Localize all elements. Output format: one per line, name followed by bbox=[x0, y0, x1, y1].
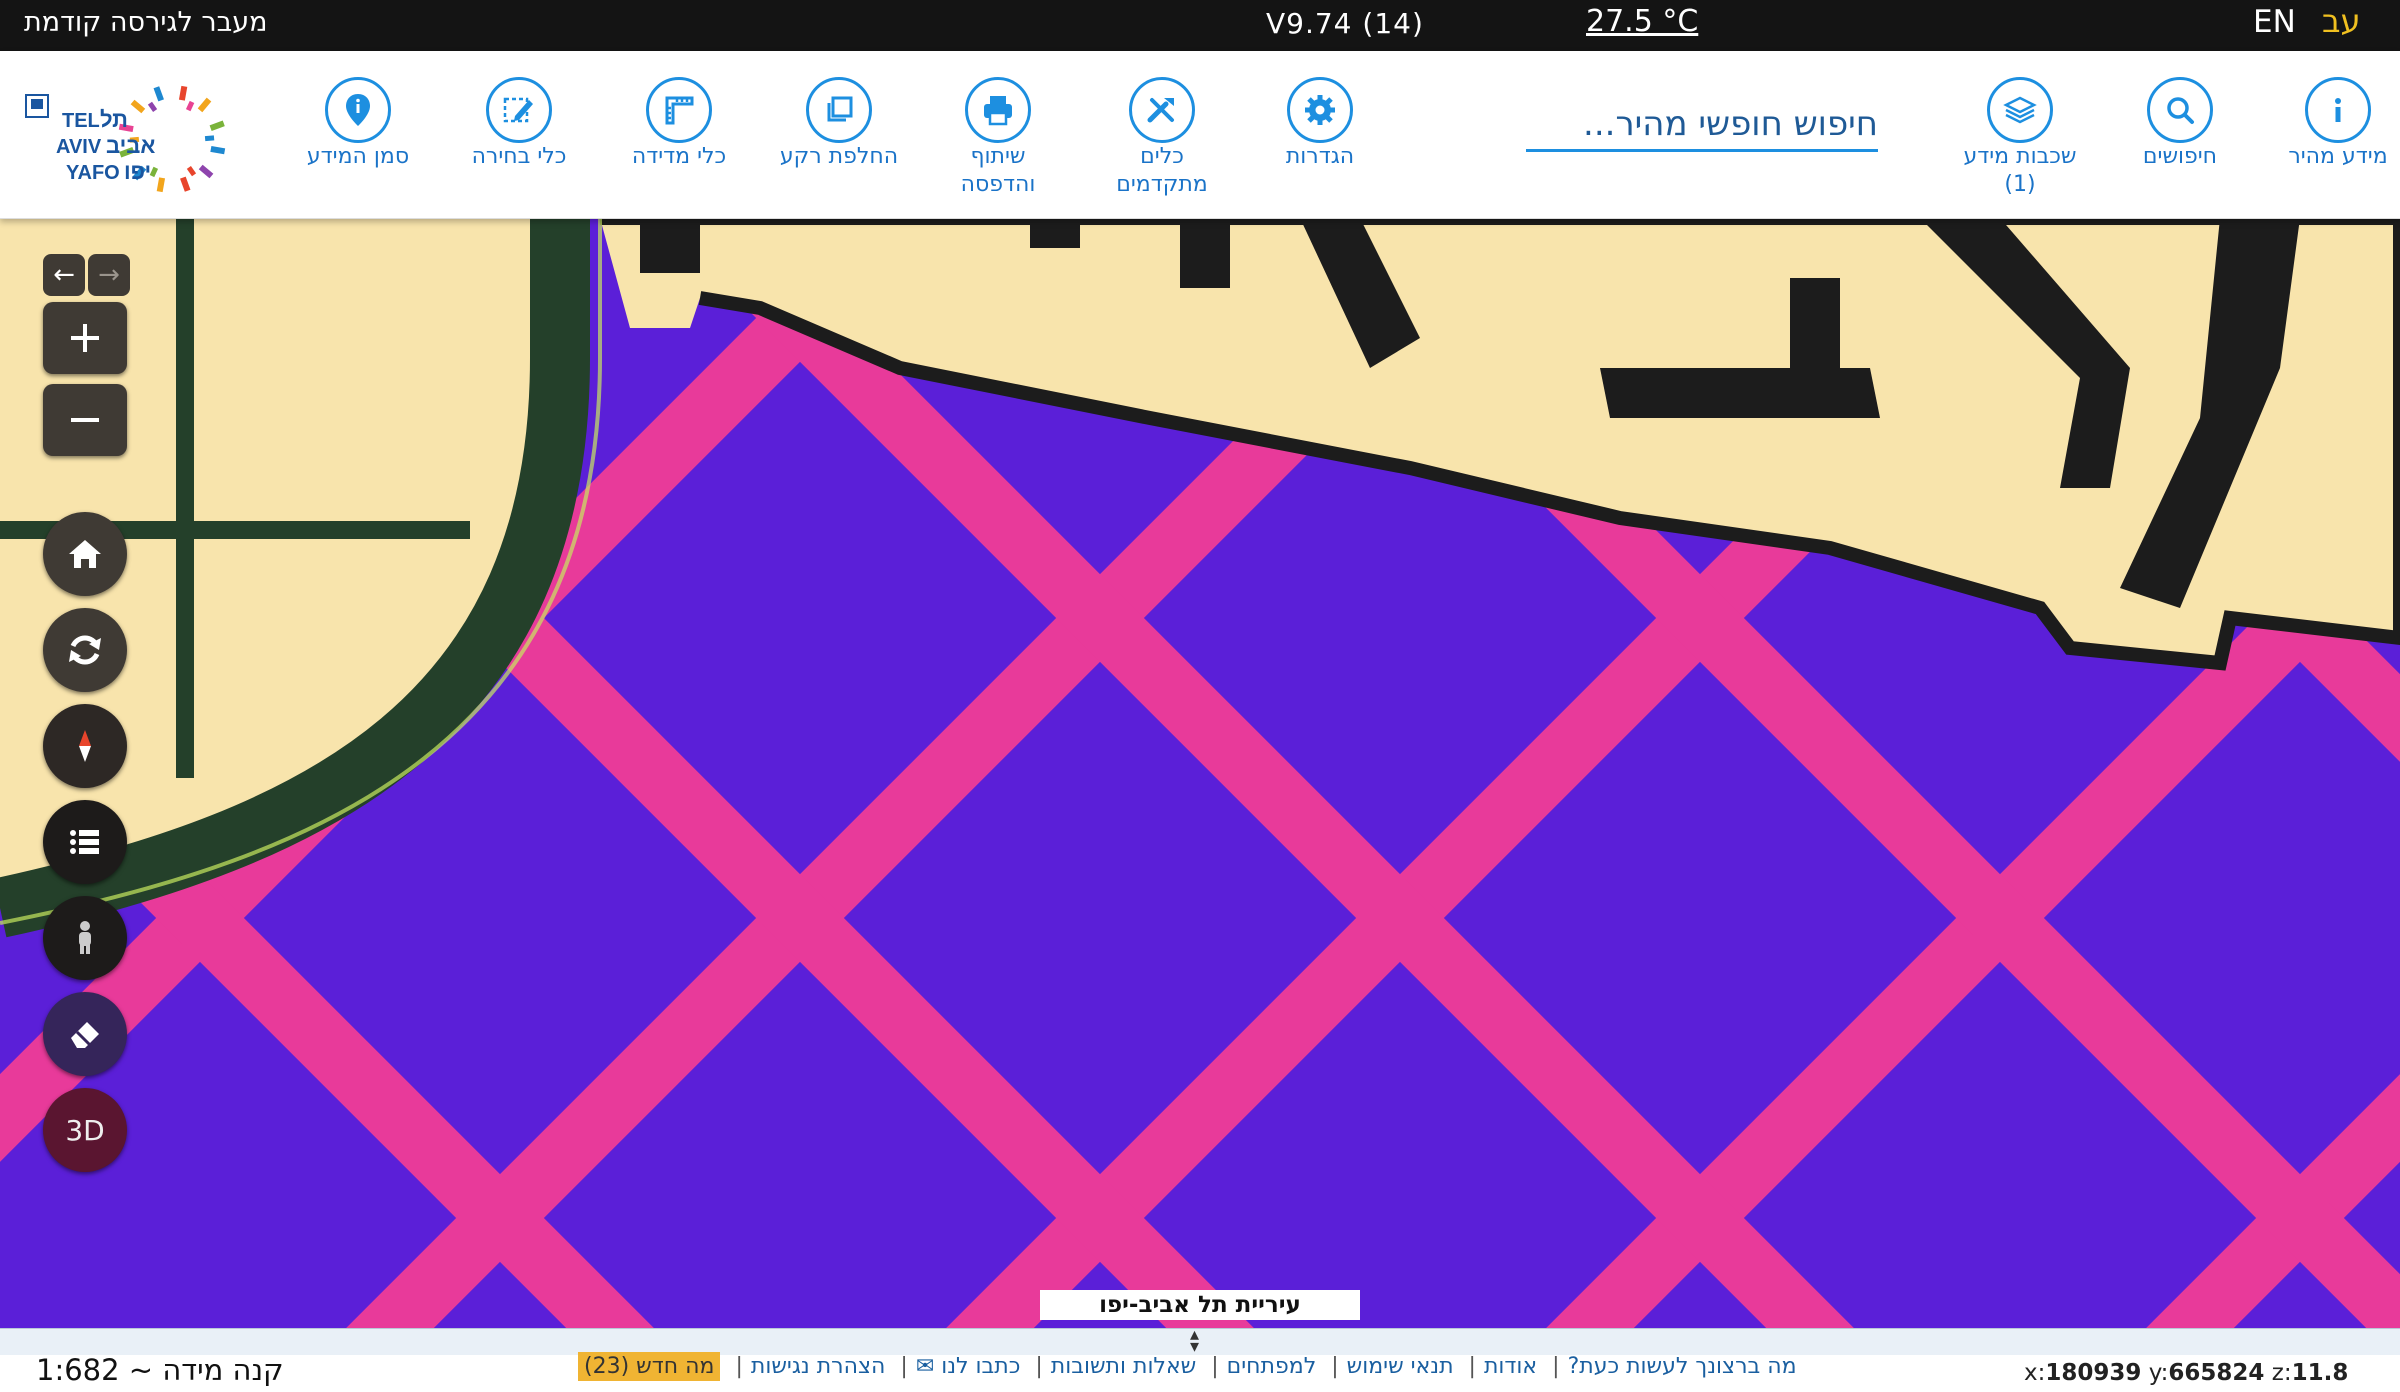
quick-info-button[interactable]: מידע מהיר bbox=[2268, 77, 2400, 171]
footer-link-what-to-do[interactable]: מה ברצונך לעשות כעת? bbox=[1568, 1354, 1797, 1379]
svg-text:TEL: TEL bbox=[62, 110, 100, 132]
language-he-button[interactable]: עב bbox=[2322, 2, 2361, 40]
share-print-button[interactable]: שיתוף והדפסה bbox=[928, 77, 1068, 199]
tool-label: כלי בחירה bbox=[471, 144, 567, 169]
search-icon bbox=[2147, 77, 2213, 143]
advanced-tools-button[interactable]: כלים מתקדמים bbox=[1092, 77, 1232, 199]
coord-z: 11.8 bbox=[2291, 1360, 2349, 1386]
footer-link-developers[interactable]: למפתחים bbox=[1227, 1354, 1317, 1379]
home-button[interactable] bbox=[43, 512, 127, 596]
language-en-button[interactable]: EN bbox=[2253, 4, 2296, 40]
home-icon bbox=[69, 540, 101, 568]
svg-text:AVIV: AVIV bbox=[56, 136, 102, 158]
quick-search-input[interactable]: חיפוש חופשי מהיר... bbox=[1526, 101, 1878, 152]
tool-label: מידע מהיר bbox=[2288, 144, 2388, 169]
legend-button[interactable] bbox=[43, 800, 127, 884]
compass-icon bbox=[79, 730, 91, 762]
select-icon bbox=[486, 77, 552, 143]
tool-label: חיפושים bbox=[2142, 144, 2218, 169]
printer-icon bbox=[965, 77, 1031, 143]
zoom-out-icon bbox=[71, 418, 99, 422]
coord-x: 180939 bbox=[2045, 1360, 2142, 1386]
compass-button[interactable] bbox=[43, 704, 127, 788]
zoom-out-button[interactable] bbox=[43, 384, 127, 456]
tool-label: החלפת רקע bbox=[779, 144, 899, 169]
footer-links: מה ברצונך לעשות כעת?| אודות| תנאי שימוש|… bbox=[576, 1352, 1799, 1381]
version-label: V9.74 (14) bbox=[1266, 7, 1424, 40]
measure-tool-button[interactable]: כלי מדידה bbox=[609, 77, 749, 171]
svg-text:אביב: אביב bbox=[106, 133, 155, 158]
map-attribution: עיריית תל אביב-יפו bbox=[1040, 1290, 1360, 1320]
map-canvas[interactable]: ← → 3D עיריית תל אביב-יפו bbox=[0, 218, 2400, 1328]
searches-button[interactable]: חיפושים bbox=[2110, 77, 2250, 171]
tool-label: הגדרות bbox=[1285, 144, 1355, 169]
refresh-icon bbox=[69, 635, 101, 665]
city-seal-icon bbox=[25, 94, 49, 118]
previous-version-link[interactable]: מעבר לגירסה קודמת bbox=[24, 7, 268, 38]
basemap-icon bbox=[806, 77, 872, 143]
info-icon bbox=[2305, 77, 2371, 143]
ruler-icon bbox=[646, 77, 712, 143]
list-icon bbox=[70, 830, 99, 854]
street-view-button[interactable] bbox=[43, 896, 127, 980]
whats-new-badge[interactable]: מה חדש (23) bbox=[578, 1352, 721, 1381]
coordinates-readout: x:180939 y:665824 z:11.8 bbox=[2024, 1360, 2349, 1386]
pin-icon bbox=[325, 77, 391, 143]
tool-label: שיתוף והדפסה bbox=[960, 144, 1036, 197]
top-bar: מעבר לגירסה קודמת V9.74 (14) 27.5 °C EN … bbox=[0, 0, 2400, 51]
eraser-icon bbox=[71, 1022, 99, 1048]
scale-label: קנה מידה ~ 1:682 bbox=[36, 1353, 284, 1387]
footer-link-accessibility[interactable]: הצהרת נגישות bbox=[751, 1354, 886, 1379]
splitter-grip-icon[interactable]: ▴ ▾ bbox=[1190, 1326, 1199, 1356]
tool-label: שכבות מידע (1) bbox=[1963, 144, 2077, 197]
tool-label: כלי מדידה bbox=[631, 144, 727, 169]
svg-text:תל: תל bbox=[100, 107, 128, 132]
footer-link-about[interactable]: אודות bbox=[1484, 1354, 1537, 1379]
layers-button[interactable]: שכבות מידע (1) bbox=[1950, 77, 2090, 199]
gear-icon bbox=[1287, 77, 1353, 143]
tool-label: כלים מתקדמים bbox=[1116, 144, 1208, 197]
person-icon bbox=[79, 921, 91, 954]
back-arrow-icon[interactable]: ← bbox=[43, 254, 85, 296]
refresh-button[interactable] bbox=[43, 608, 127, 692]
footer-link-contact[interactable]: כתבו לנו ✉ bbox=[916, 1354, 1021, 1379]
panel-splitter[interactable]: ▴ ▾ bbox=[0, 1326, 2400, 1356]
toolbar: TEL תל AVIV אביב YAFO יפו סמן המידע כלי … bbox=[0, 51, 2400, 219]
3d-button[interactable]: 3D bbox=[43, 1088, 127, 1172]
history-arrows: ← → bbox=[43, 254, 130, 296]
coord-y: 665824 bbox=[2168, 1360, 2265, 1386]
eraser-button[interactable] bbox=[43, 992, 127, 1076]
footer-link-faq[interactable]: שאלות ותשובות bbox=[1051, 1354, 1196, 1379]
zoom-in-button[interactable] bbox=[43, 302, 127, 374]
svg-text:YAFO: YAFO bbox=[66, 162, 120, 184]
temperature-link[interactable]: 27.5 °C bbox=[1586, 4, 1698, 39]
footer-link-terms[interactable]: תנאי שימוש bbox=[1347, 1354, 1454, 1379]
info-marker-button[interactable]: סמן המידע bbox=[288, 77, 428, 171]
select-tool-button[interactable]: כלי בחירה bbox=[449, 77, 589, 171]
zoom-in-icon bbox=[71, 324, 99, 352]
settings-button[interactable]: הגדרות bbox=[1250, 77, 1390, 171]
basemap-switch-button[interactable]: החלפת רקע bbox=[769, 77, 909, 171]
tel-aviv-logo[interactable]: TEL תל AVIV אביב YAFO יפו bbox=[22, 77, 250, 199]
tool-label: סמן המידע bbox=[306, 144, 410, 169]
map-tiles bbox=[0, 218, 2400, 1328]
forward-arrow-icon[interactable]: → bbox=[88, 254, 130, 296]
tools-icon bbox=[1129, 77, 1195, 143]
layers-icon bbox=[1987, 77, 2053, 143]
svg-text:יפו: יפו bbox=[124, 159, 151, 184]
